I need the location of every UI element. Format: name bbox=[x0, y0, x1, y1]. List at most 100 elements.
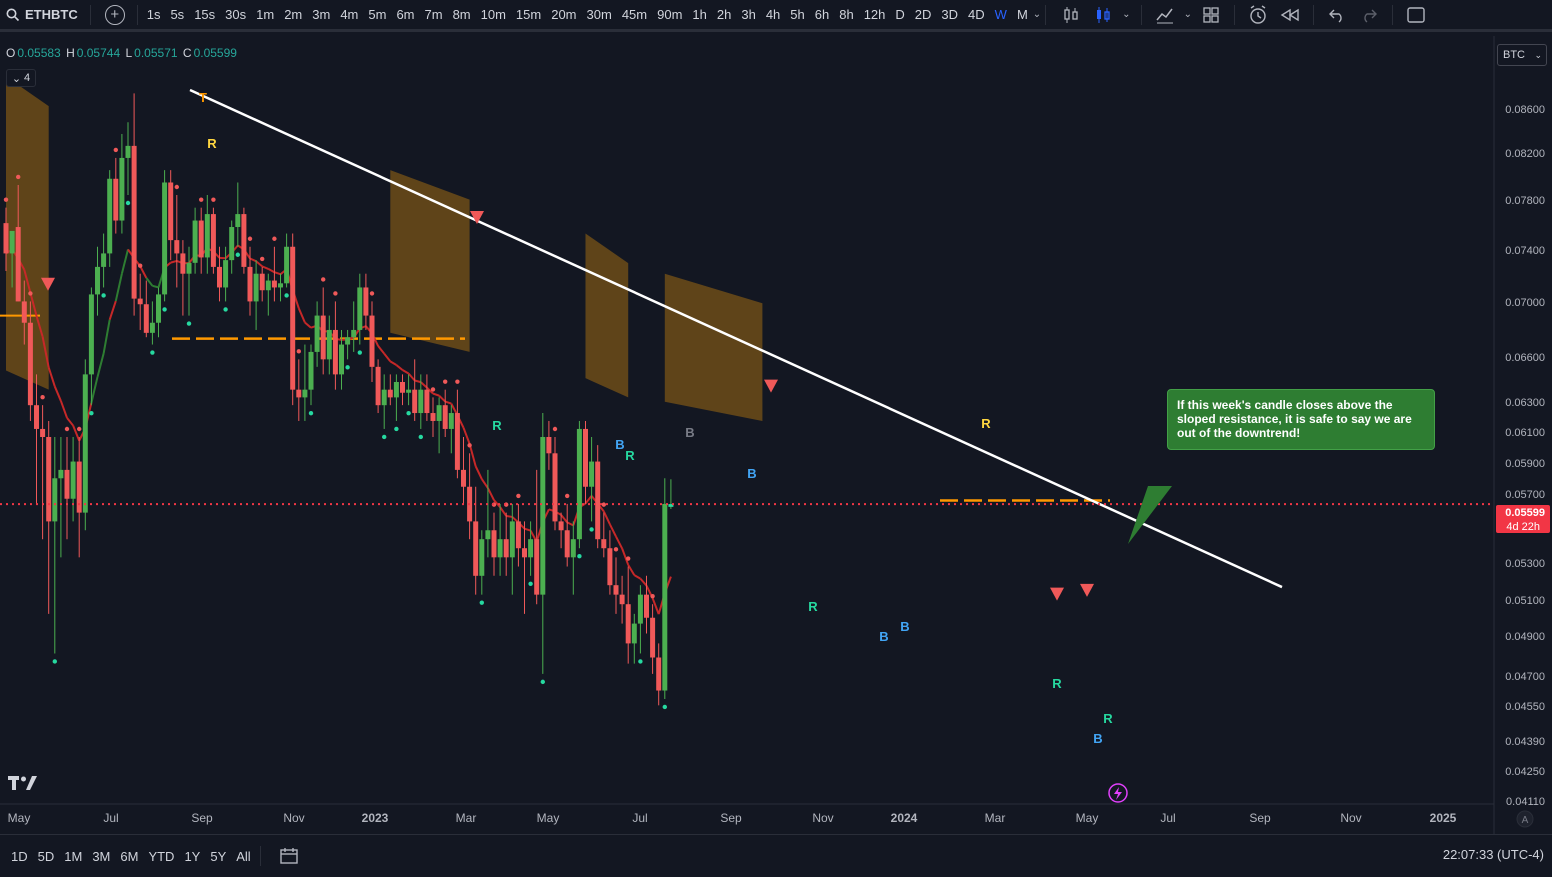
tradingview-logo[interactable] bbox=[8, 774, 38, 795]
price-tick: 0.04390 bbox=[1505, 736, 1545, 748]
signal-dot bbox=[467, 443, 472, 448]
toolbar-divider bbox=[1391, 4, 1393, 25]
candle-body bbox=[247, 266, 253, 302]
signal-dot bbox=[162, 307, 167, 312]
bars-compare-icon[interactable] bbox=[1090, 4, 1116, 26]
interval-5h[interactable]: 5h bbox=[785, 7, 809, 22]
interval-6m[interactable]: 6m bbox=[391, 7, 419, 22]
interval-2h[interactable]: 2h bbox=[712, 7, 736, 22]
range-5y[interactable]: 5Y bbox=[205, 849, 231, 864]
interval-W[interactable]: W bbox=[990, 7, 1012, 22]
candle-body bbox=[217, 266, 222, 288]
candle-body bbox=[320, 315, 326, 360]
candle-body bbox=[107, 178, 113, 254]
signal-dot bbox=[577, 554, 582, 559]
signal-label: B bbox=[1093, 731, 1102, 746]
candle-body bbox=[534, 539, 540, 595]
interval-5s[interactable]: 5s bbox=[165, 7, 189, 22]
interval-15m[interactable]: 15m bbox=[511, 7, 546, 22]
candle-body bbox=[601, 539, 607, 549]
interval-8m[interactable]: 8m bbox=[448, 7, 476, 22]
range-all[interactable]: All bbox=[231, 849, 255, 864]
redo-icon[interactable] bbox=[1356, 4, 1382, 26]
interval-4h[interactable]: 4h bbox=[761, 7, 785, 22]
indicators-toggle[interactable]: ⌄ 4 bbox=[6, 69, 36, 87]
interval-30m[interactable]: 30m bbox=[582, 7, 617, 22]
signal-dot bbox=[296, 349, 301, 354]
candle-body bbox=[9, 230, 15, 254]
range-1m[interactable]: 1M bbox=[59, 849, 87, 864]
interval-30s[interactable]: 30s bbox=[220, 7, 251, 22]
interval-4m[interactable]: 4m bbox=[335, 7, 363, 22]
candle-body bbox=[576, 428, 582, 540]
fullscreen-icon[interactable] bbox=[1403, 4, 1429, 26]
candle-body bbox=[662, 503, 668, 691]
candle-body bbox=[393, 381, 399, 398]
interval-15s[interactable]: 15s bbox=[189, 7, 220, 22]
signal-dot bbox=[64, 426, 70, 432]
interval-1h[interactable]: 1h bbox=[687, 7, 711, 22]
interval-1m[interactable]: 1m bbox=[251, 7, 279, 22]
interval-3h[interactable]: 3h bbox=[736, 7, 760, 22]
symbol-search[interactable]: ETHBTC bbox=[0, 7, 86, 22]
interval-5m[interactable]: 5m bbox=[363, 7, 391, 22]
alert-clock-icon[interactable] bbox=[1245, 4, 1271, 26]
chevron-down-icon[interactable]: ⌄ bbox=[1122, 9, 1130, 20]
interval-2D[interactable]: 2D bbox=[910, 7, 937, 22]
signal-dot bbox=[589, 527, 594, 532]
time-tick: 2023 bbox=[362, 811, 389, 825]
chevron-down-icon[interactable]: ⌄ bbox=[1033, 9, 1041, 20]
candle-body bbox=[613, 585, 619, 595]
interval-1s[interactable]: 1s bbox=[142, 7, 166, 22]
interval-7m[interactable]: 7m bbox=[420, 7, 448, 22]
range-1y[interactable]: 1Y bbox=[179, 849, 205, 864]
signal-dot bbox=[662, 704, 667, 710]
interval-3m[interactable]: 3m bbox=[307, 7, 335, 22]
interval-12h[interactable]: 12h bbox=[859, 7, 891, 22]
candle-body bbox=[454, 413, 460, 470]
interval-3D[interactable]: 3D bbox=[936, 7, 963, 22]
interval-45m[interactable]: 45m bbox=[617, 7, 652, 22]
interval-D[interactable]: D bbox=[890, 7, 909, 22]
candle-body bbox=[406, 389, 412, 393]
candle-body bbox=[198, 220, 204, 258]
low-label: L bbox=[125, 46, 133, 60]
layout-icon[interactable] bbox=[1198, 4, 1224, 26]
bar-countdown: 4d 22h bbox=[1506, 521, 1540, 533]
signal-dot bbox=[626, 556, 631, 561]
toolbar-divider bbox=[1045, 4, 1047, 25]
candle-body bbox=[448, 413, 454, 429]
interval-10m[interactable]: 10m bbox=[476, 7, 511, 22]
candle-body bbox=[479, 539, 485, 576]
range-3m[interactable]: 3M bbox=[87, 849, 115, 864]
interval-2m[interactable]: 2m bbox=[279, 7, 307, 22]
indicators-icon[interactable] bbox=[1152, 4, 1178, 26]
toolbar-divider bbox=[136, 4, 138, 25]
undo-icon[interactable] bbox=[1324, 4, 1350, 26]
price-tick: 0.04110 bbox=[1506, 796, 1545, 808]
range-6m[interactable]: 6M bbox=[115, 849, 143, 864]
currency-select[interactable]: BTC ⌄ bbox=[1497, 44, 1547, 66]
chevron-down-icon[interactable]: ⌄ bbox=[1184, 9, 1192, 20]
candle-body bbox=[418, 389, 424, 414]
signal-dot bbox=[528, 581, 533, 587]
time-tick: Nov bbox=[812, 811, 833, 825]
replay-icon[interactable] bbox=[1277, 4, 1303, 26]
interval-M[interactable]: M bbox=[1012, 7, 1033, 22]
compare-add-button[interactable]: + bbox=[104, 4, 125, 25]
calendar-icon[interactable] bbox=[277, 845, 301, 867]
candle-body bbox=[570, 539, 576, 558]
interval-6h[interactable]: 6h bbox=[810, 7, 834, 22]
interval-4D[interactable]: 4D bbox=[963, 7, 990, 22]
candles-icon[interactable] bbox=[1058, 4, 1084, 26]
interval-20m[interactable]: 20m bbox=[546, 7, 581, 22]
chevron-down-icon: ⌄ bbox=[11, 72, 22, 85]
annotation-callout[interactable]: If this week's candle closes above the s… bbox=[1167, 389, 1435, 450]
range-ytd[interactable]: YTD bbox=[143, 849, 179, 864]
clock[interactable]: 22:07:33 (UTC-4) bbox=[1443, 847, 1544, 862]
interval-90m[interactable]: 90m bbox=[652, 7, 687, 22]
signal-dot bbox=[89, 410, 94, 416]
interval-8h[interactable]: 8h bbox=[834, 7, 858, 22]
range-5d[interactable]: 5D bbox=[33, 849, 60, 864]
range-1d[interactable]: 1D bbox=[6, 849, 33, 864]
